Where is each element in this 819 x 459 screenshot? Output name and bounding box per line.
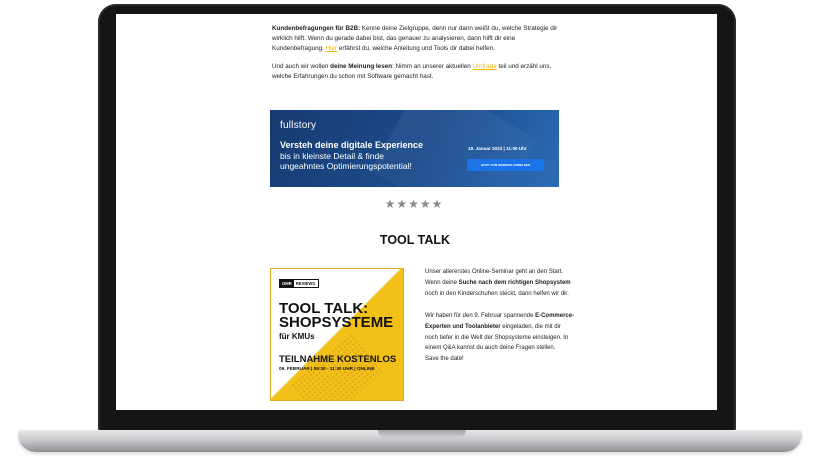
fullstory-logo: fullstory [280, 120, 317, 131]
fullstory-banner[interactable]: fullstory Versteh deine digitale Experie… [270, 110, 559, 187]
promo-text: noch in den Kinderschuhen steckt, dann h… [425, 290, 569, 297]
paragraph-text: Und auch wir wollen [272, 63, 331, 70]
promo-title-line-3: für KMUs [279, 332, 315, 341]
promo-paragraph-2: Wir haben für den 9. Februar spannende E… [425, 311, 575, 355]
laptop-screen: Kundenbefragungen für B2B: Kenne deine Z… [116, 14, 717, 410]
paragraph-kundenbefragung: Kundenbefragungen für B2B: Kenne deine Z… [272, 24, 560, 54]
omr-reviews-badge: OMR REVIEWS [279, 279, 320, 288]
banner-date: 19. Januar 2023 | 11:00 Uhr [468, 146, 527, 151]
star-rating: ★★★★★ [384, 197, 444, 211]
promo-title-line-4: TEILNAHME KOSTENLOS [279, 354, 397, 365]
tool-talk-promo-image[interactable]: OMR REVIEWS TOOL TALK: SHOPSYSTEME für K… [270, 268, 404, 401]
promo-paragraph-1: Unser allererstes Online-Seminar geht an… [425, 267, 575, 300]
promo-paragraph-3: Save the date! [425, 356, 464, 363]
banner-headline: Versteh deine digitale Experience [280, 140, 424, 150]
promo-bold: Suche nach dem richtigen Shopsystem [458, 279, 571, 286]
laptop-notch [378, 430, 466, 438]
hier-link[interactable]: Hier [326, 45, 338, 52]
banner-subline-2: ungeahntes Optimierungspotential! [280, 161, 412, 171]
paragraph-bold: deine Meinung lesen [330, 63, 393, 70]
section-title: TOOL TALK [379, 233, 451, 247]
promo-title-line-5: 09. FEBRUAR | 09:30 - 11:30 UHR | ONLINE [279, 366, 375, 371]
webinar-register-button[interactable]: JETZT ZUM WEBINAR ANMELDEN [467, 159, 544, 171]
omr-logo: OMR [280, 279, 294, 288]
promo-text: Wir haben für den 9. Februar spannende [425, 312, 536, 319]
promo-title-line-2: SHOPSYSTEME [279, 314, 394, 331]
umfrage-link[interactable]: Umfrage [473, 63, 497, 70]
paragraph-umfrage: Und auch wir wollen deine Meinung lesen:… [272, 62, 560, 82]
email-body: Kundenbefragungen für B2B: Kenne deine Z… [272, 24, 560, 90]
paragraph-text: erfährst du, welche Anleitung und Tools … [337, 45, 495, 52]
laptop-base [18, 430, 802, 452]
paragraph-text: : Nimm an unserer aktuellen [392, 63, 473, 70]
banner-subline-1: bis in kleinste Detail & finde [280, 151, 384, 161]
paragraph-bold: Kundenbefragungen für B2B: [272, 25, 361, 32]
reviews-label: REVIEWS [295, 281, 316, 286]
promo-description: Unser allererstes Online-Seminar geht an… [425, 267, 575, 365]
